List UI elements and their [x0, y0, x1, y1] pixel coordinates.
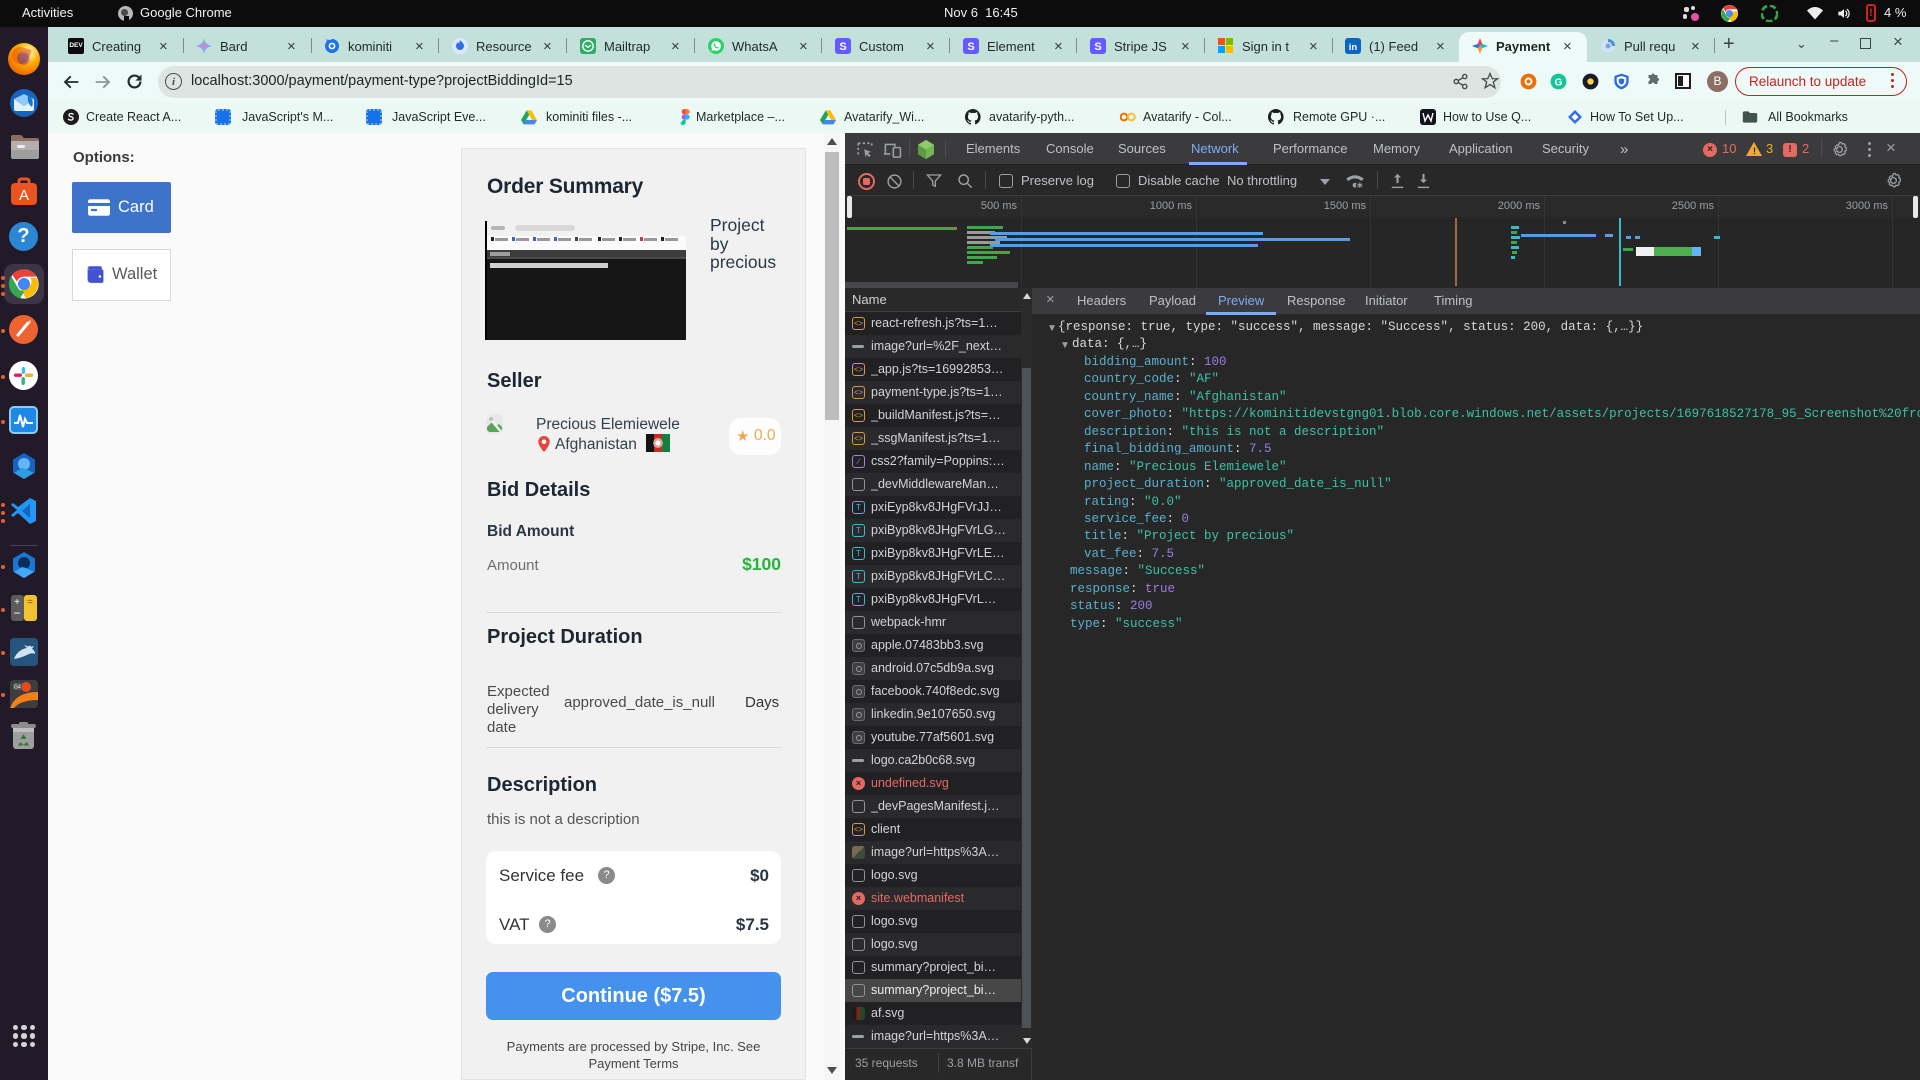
svg-text:G: G	[1555, 77, 1563, 88]
svg-text:S: S	[1094, 41, 1101, 53]
svg-text:=: =	[27, 597, 33, 608]
svg-text:S: S	[967, 41, 974, 53]
svg-text:G4: G4	[14, 685, 21, 691]
svg-text:−: −	[13, 606, 20, 620]
svg-text:S: S	[839, 41, 846, 53]
svg-text:in: in	[1349, 42, 1358, 53]
svg-text:A: A	[19, 187, 29, 204]
